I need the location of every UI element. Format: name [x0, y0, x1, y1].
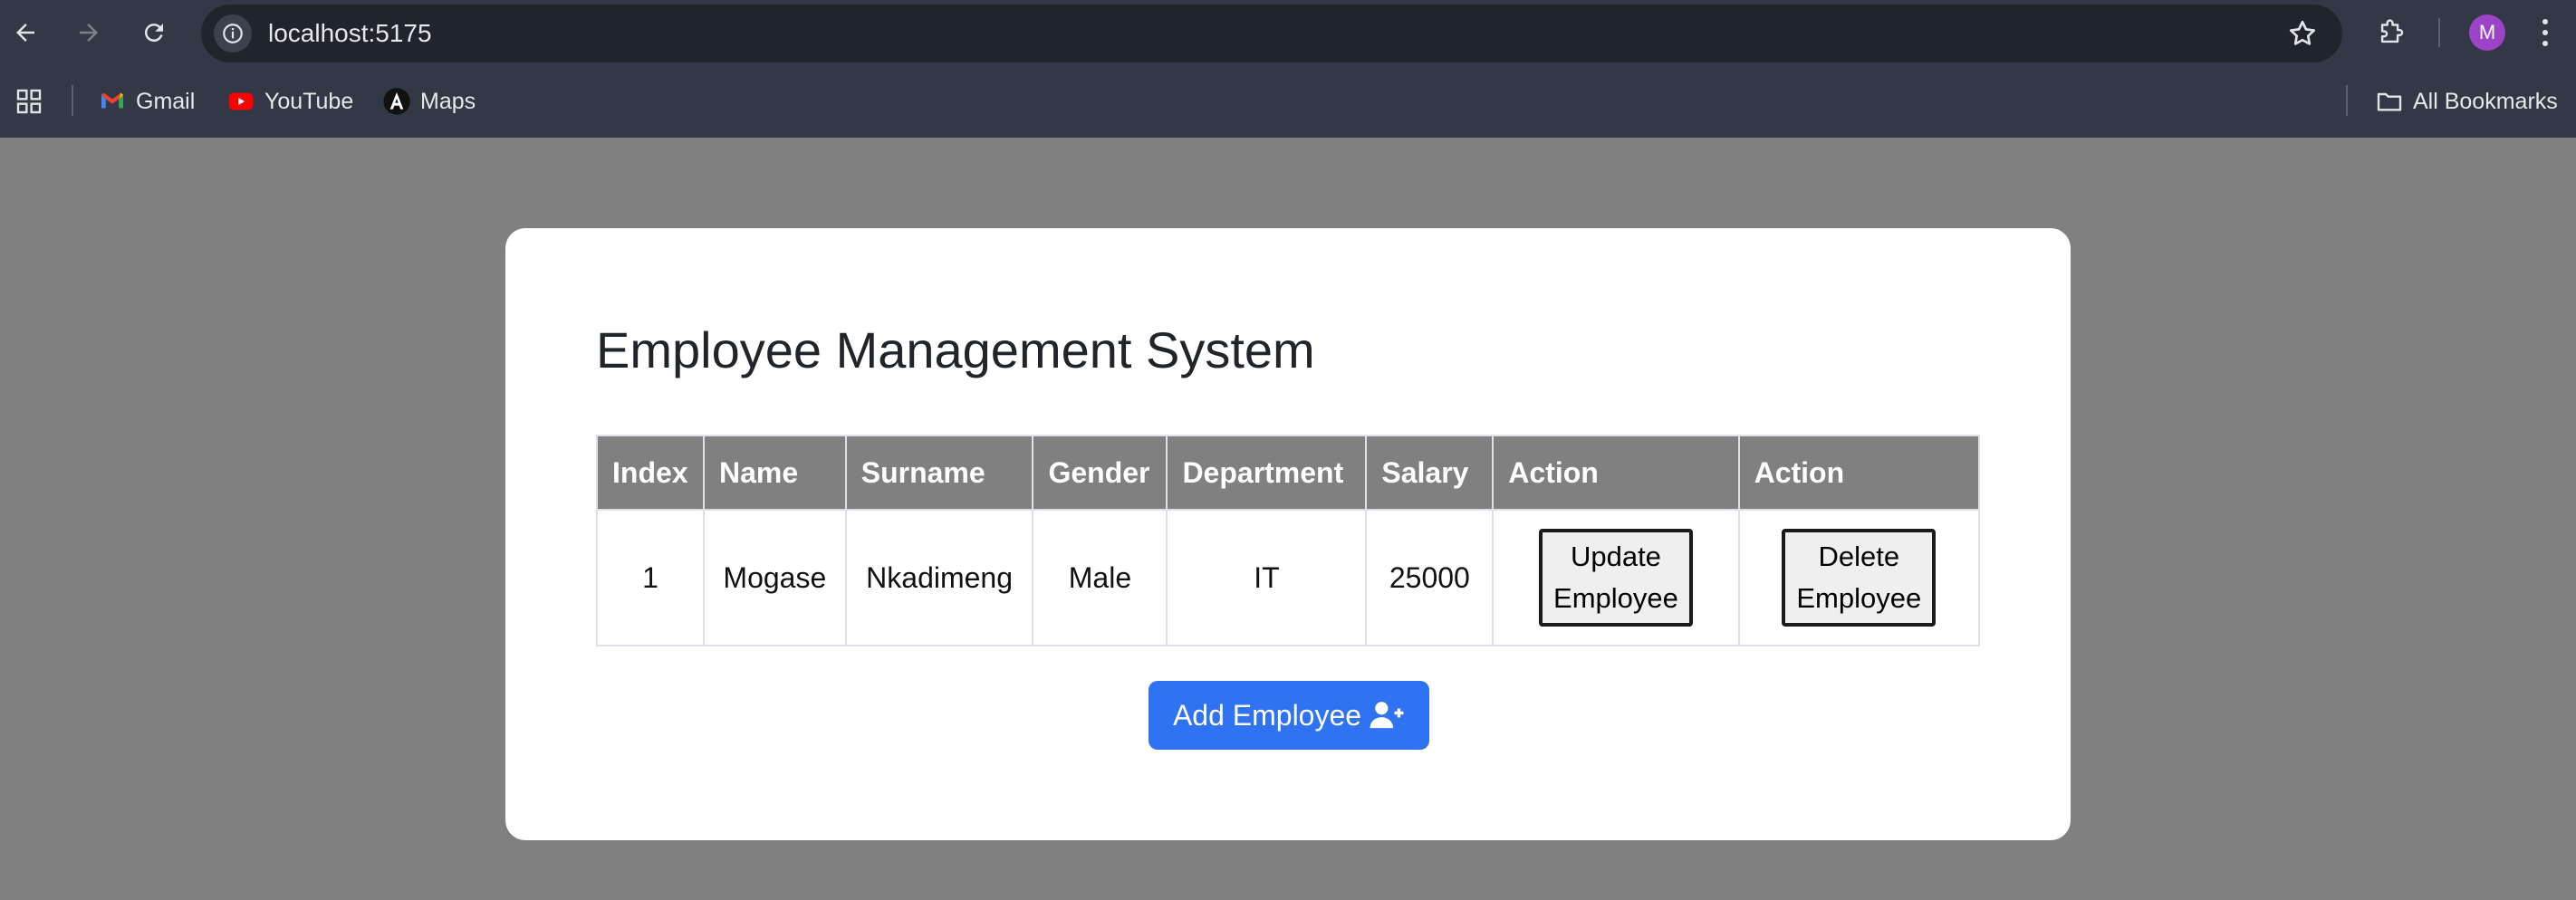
back-button[interactable]: [5, 13, 45, 53]
apps-grid-icon[interactable]: [14, 87, 43, 116]
youtube-icon: [226, 87, 255, 116]
info-icon: [223, 24, 243, 43]
browser-toolbar: localhost:5175 M: [0, 0, 2576, 65]
toolbar-divider: [2438, 18, 2440, 47]
table-header-row: Index Name Surname Gender Department Sal…: [596, 435, 1981, 511]
bookmarks-bar: Gmail YouTube Maps All Bookmarks: [0, 65, 2576, 138]
add-employee-label: Add Employee: [1172, 698, 1362, 732]
bookmark-label: Maps: [420, 88, 476, 114]
bookmarks-divider: [2346, 85, 2348, 116]
column-header-gender: Gender: [1032, 435, 1168, 511]
puzzle-icon: [2380, 19, 2404, 43]
page-title: Employee Management System: [596, 321, 1315, 378]
angular-icon: [382, 87, 411, 116]
bookmark-youtube[interactable]: YouTube: [226, 81, 353, 121]
reload-icon: [144, 24, 163, 43]
extensions-button[interactable]: [2371, 13, 2411, 53]
add-employee-button[interactable]: Add Employee: [1149, 681, 1429, 750]
menu-button[interactable]: [2533, 13, 2558, 53]
column-header-action-update: Action: [1492, 435, 1740, 511]
column-header-action-delete: Action: [1737, 435, 1981, 511]
address-bar[interactable]: localhost:5175: [201, 5, 2342, 62]
all-bookmarks-button[interactable]: All Bookmarks: [2375, 81, 2558, 121]
profile-avatar[interactable]: M: [2469, 14, 2505, 51]
bookmark-gmail[interactable]: Gmail: [98, 81, 195, 121]
button-label-line: Employee: [1796, 582, 1922, 614]
bookmark-label: Gmail: [136, 88, 196, 114]
column-header-surname: Surname: [844, 435, 1034, 511]
kebab-dot: [2542, 41, 2548, 46]
column-header-department: Department: [1166, 435, 1368, 511]
button-label-line: Update: [1570, 541, 1661, 572]
column-header-index: Index: [596, 435, 705, 511]
button-label-line: Delete: [1818, 541, 1900, 572]
forward-button[interactable]: [69, 13, 109, 53]
button-label-line: Employee: [1553, 582, 1678, 614]
table-row: 1 Mogase Nkadimeng Male IT 25000 Update …: [596, 509, 1981, 646]
cell-update-action: Update Employee: [1492, 509, 1740, 646]
cell-gender: Male: [1032, 509, 1168, 646]
reload-button[interactable]: [134, 13, 174, 53]
delete-employee-button[interactable]: Delete Employee: [1782, 529, 1937, 627]
folder-icon: [2375, 87, 2404, 116]
cell-name: Mogase: [702, 509, 847, 646]
employee-card: Employee Management System Index Name Su…: [505, 228, 2071, 840]
cell-surname: Nkadimeng: [844, 509, 1034, 646]
bookmarks-divider: [72, 85, 73, 116]
arrow-left-icon: [16, 24, 34, 42]
bookmark-label: YouTube: [264, 88, 354, 114]
cell-delete-action: Delete Employee: [1737, 509, 1981, 646]
bookmark-star-icon[interactable]: [2286, 17, 2319, 50]
gmail-icon: [98, 87, 127, 116]
url-text[interactable]: localhost:5175: [268, 5, 432, 62]
column-header-salary: Salary: [1365, 435, 1495, 511]
user-plus-icon: [1370, 702, 1404, 729]
cell-index: 1: [596, 509, 705, 646]
bookmark-maps[interactable]: Maps: [382, 81, 476, 121]
cell-department: IT: [1166, 509, 1368, 646]
employee-table: Index Name Surname Gender Department Sal…: [596, 435, 1981, 646]
cell-salary: 25000: [1365, 509, 1495, 646]
arrow-right-icon: [80, 24, 98, 42]
column-header-name: Name: [702, 435, 847, 511]
kebab-dot: [2542, 30, 2548, 35]
all-bookmarks-label: All Bookmarks: [2413, 88, 2558, 114]
update-employee-button[interactable]: Update Employee: [1539, 529, 1693, 627]
site-info-button[interactable]: [214, 14, 252, 53]
kebab-dot: [2542, 19, 2548, 24]
